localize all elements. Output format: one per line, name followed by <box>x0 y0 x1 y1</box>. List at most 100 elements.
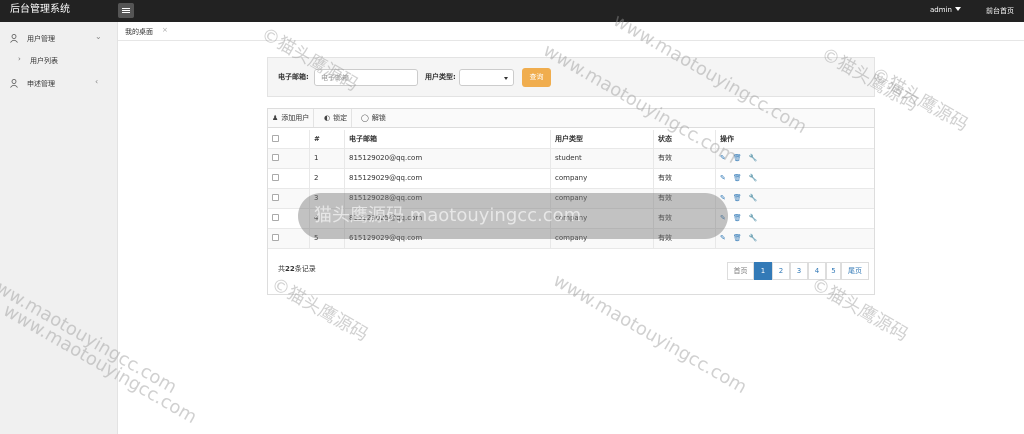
page-button[interactable]: 5 <box>826 262 841 280</box>
column-header: 操作 <box>715 130 874 148</box>
menu-toggle-button[interactable] <box>118 3 134 18</box>
user-menu[interactable]: admin <box>930 6 961 14</box>
sidebar-subitem-user-list[interactable]: › 用户列表 <box>0 52 118 68</box>
front-home-link[interactable]: 前台首页 <box>986 6 1014 16</box>
tab-my-desktop[interactable]: 我的桌面 <box>125 27 153 37</box>
row-checkbox[interactable] <box>272 234 279 241</box>
toggle-off-icon: ◯ <box>361 114 369 122</box>
cell-id: 4 <box>309 209 344 228</box>
page-button[interactable]: 3 <box>790 262 808 280</box>
cell-email: 815129029@qq.com <box>344 169 550 188</box>
trash-icon[interactable]: 🗑 <box>733 189 742 208</box>
sidebar-item-label: 用户管理 <box>27 35 55 43</box>
close-icon[interactable]: × <box>162 26 168 34</box>
page-button[interactable]: 1 <box>754 262 772 280</box>
search-panel: 电子邮箱: 电子邮箱 用户类型: 查询 <box>267 57 875 97</box>
cell-email: 815129020@qq.com <box>344 149 550 168</box>
watermark-text: ©猫头鹰源码 <box>867 63 972 136</box>
table-row: 2 815129029@qq.com company 有效 ✎ 🗑 🔧 <box>268 169 874 189</box>
column-header: 用户类型 <box>550 130 653 148</box>
sidebar-subitem-label: 用户列表 <box>30 57 58 65</box>
cell-id: 2 <box>309 169 344 188</box>
wrench-icon[interactable]: 🔧 <box>749 149 758 168</box>
table-header: # 电子邮箱 用户类型 状态 操作 <box>268 130 874 149</box>
wrench-icon[interactable]: 🔧 <box>749 189 758 208</box>
cell-email: 815129025@qq.com <box>344 209 550 228</box>
select-all-checkbox[interactable] <box>272 135 279 142</box>
edit-icon[interactable]: ✎ <box>720 189 726 208</box>
cell-actions: ✎ 🗑 🔧 <box>715 209 874 228</box>
cell-id: 5 <box>309 229 344 248</box>
cell-status: 有效 <box>653 209 715 228</box>
cell-type: company <box>550 169 653 188</box>
menu-icon <box>122 8 130 9</box>
cell-email: 615129029@qq.com <box>344 229 550 248</box>
tab-bar: 我的桌面 × <box>118 22 1024 41</box>
query-button[interactable]: 查询 <box>522 68 551 87</box>
edit-icon[interactable]: ✎ <box>720 169 726 188</box>
user-type-label: 用户类型: <box>425 73 456 81</box>
cell-status: 有效 <box>653 149 715 168</box>
email-label: 电子邮箱: <box>278 73 309 81</box>
email-search-input[interactable]: 电子邮箱 <box>314 69 418 86</box>
table-row: 4 815129025@qq.com company 有效 ✎ 🗑 🔧 <box>268 209 874 229</box>
trash-icon[interactable]: 🗑 <box>733 229 742 248</box>
page-button[interactable]: 4 <box>808 262 826 280</box>
row-checkbox[interactable] <box>272 194 279 201</box>
user-name: admin <box>930 6 952 14</box>
last-page-button[interactable]: 尾页 <box>841 262 869 280</box>
cell-id: 1 <box>309 149 344 168</box>
record-count: 共22条记录 <box>278 265 316 273</box>
cell-status: 有效 <box>653 169 715 188</box>
cell-type: company <box>550 229 653 248</box>
table-toolbar: ♟ 添加用户 ◐ 锁定 ◯ 解锁 <box>268 109 874 128</box>
column-header: 状态 <box>653 130 715 148</box>
row-checkbox[interactable] <box>272 154 279 161</box>
caret-down-icon <box>954 7 961 11</box>
cell-id: 3 <box>309 189 344 208</box>
table-row: 1 815129020@qq.com student 有效 ✎ 🗑 🔧 <box>268 149 874 169</box>
caret-down-icon <box>504 77 508 80</box>
user-table-panel: ♟ 添加用户 ◐ 锁定 ◯ 解锁 # 电子邮箱 用户类型 状态 操作 1 8151290… <box>267 108 875 295</box>
sidebar: 用户管理 ⌄ › 用户列表 申述管理 ‹ <box>0 22 118 434</box>
cell-status: 有效 <box>653 189 715 208</box>
cell-type: company <box>550 209 653 228</box>
app-title: 后台管理系统 <box>10 4 70 15</box>
edit-icon[interactable]: ✎ <box>720 149 726 168</box>
cell-actions: ✎ 🗑 🔧 <box>715 229 874 248</box>
user-type-select[interactable] <box>459 69 514 86</box>
cell-actions: ✎ 🗑 🔧 <box>715 189 874 208</box>
chevron-down-icon: ⌄ <box>95 32 102 41</box>
edit-icon[interactable]: ✎ <box>720 209 726 228</box>
cell-type: company <box>550 189 653 208</box>
column-header: 电子邮箱 <box>344 130 550 148</box>
wrench-icon[interactable]: 🔧 <box>749 209 758 228</box>
trash-icon[interactable]: 🗑 <box>733 209 742 228</box>
unlock-button[interactable]: ◯ 解锁 <box>357 109 390 127</box>
sidebar-item-label: 申述管理 <box>27 80 55 88</box>
cell-actions: ✎ 🗑 🔧 <box>715 149 874 168</box>
lock-button[interactable]: ◐ 锁定 <box>320 109 353 127</box>
trash-icon[interactable]: 🗑 <box>733 169 742 188</box>
wrench-icon[interactable]: 🔧 <box>749 169 758 188</box>
wrench-icon[interactable]: 🔧 <box>749 229 758 248</box>
page-button[interactable]: 2 <box>772 262 790 280</box>
row-checkbox[interactable] <box>272 174 279 181</box>
first-page-button[interactable]: 首页 <box>727 262 754 280</box>
sidebar-item-user-management[interactable]: 用户管理 ⌄ <box>0 28 118 48</box>
table-row: 5 615129029@qq.com company 有效 ✎ 🗑 🔧 <box>268 229 874 249</box>
user-icon: ♟ <box>272 114 279 122</box>
cell-actions: ✎ 🗑 🔧 <box>715 169 874 188</box>
column-header: # <box>309 130 344 148</box>
top-navbar: 后台管理系统 admin 前台首页 <box>0 0 1024 22</box>
add-user-button[interactable]: ♟ 添加用户 <box>268 109 315 127</box>
cell-email: 815129028@qq.com <box>344 189 550 208</box>
row-checkbox[interactable] <box>272 214 279 221</box>
cell-type: student <box>550 149 653 168</box>
edit-icon[interactable]: ✎ <box>720 229 726 248</box>
user-icon <box>10 34 18 43</box>
chevron-right-icon: › <box>18 55 21 63</box>
trash-icon[interactable]: 🗑 <box>733 149 742 168</box>
sidebar-item-appeal-management[interactable]: 申述管理 ‹ <box>0 73 118 93</box>
user-icon <box>10 79 18 88</box>
